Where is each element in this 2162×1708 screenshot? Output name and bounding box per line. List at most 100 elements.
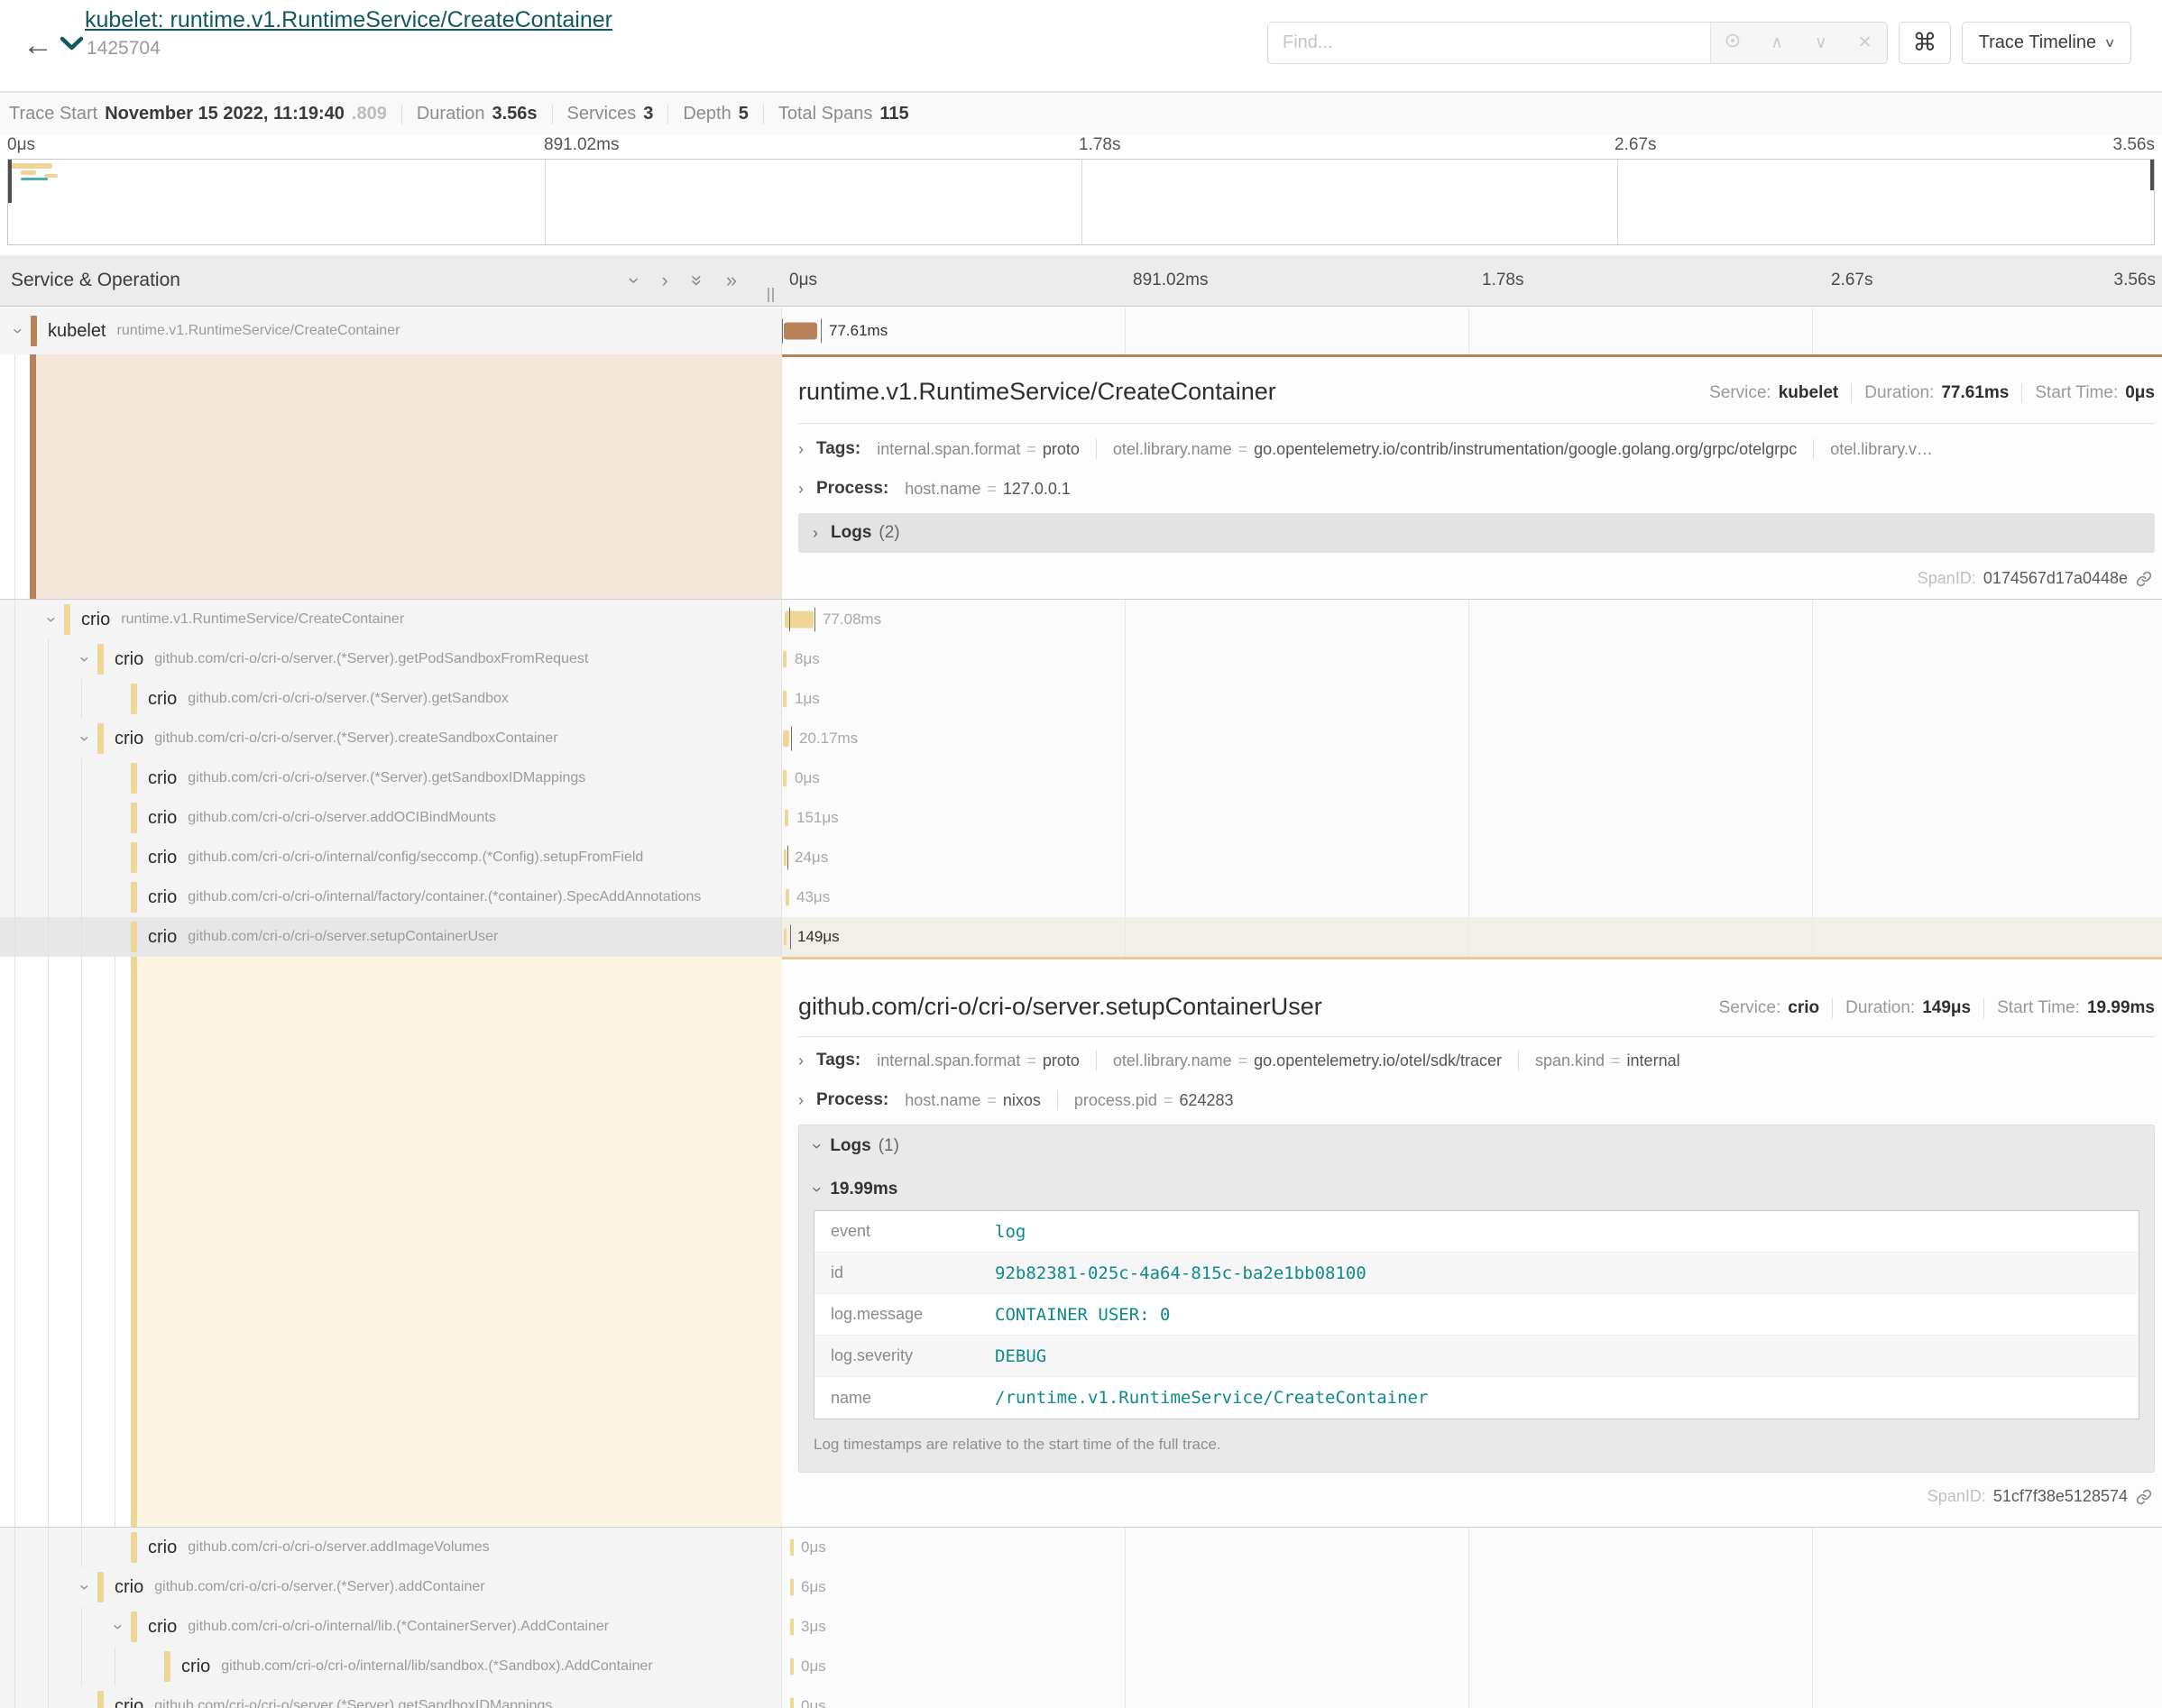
scope-icon[interactable] — [1721, 32, 1744, 55]
panel-left-gutter — [0, 354, 782, 599]
span-timeline-cell[interactable]: 6μs — [782, 1567, 2162, 1607]
span-timeline-cell[interactable]: 0μs — [782, 758, 2162, 798]
chevron-right-icon: › — [813, 524, 818, 543]
back-arrow-icon[interactable]: ← — [16, 23, 60, 67]
find-prev-icon[interactable]: ∧ — [1765, 32, 1789, 53]
span-bar[interactable] — [790, 1579, 794, 1596]
span-row[interactable]: criogithub.com/cri-o/cri-o/server.addIma… — [0, 1528, 2162, 1567]
logs-label: Logs — [831, 523, 871, 543]
trace-id: 1425704 — [87, 38, 161, 60]
chevron-down-icon: ∨ — [2104, 35, 2116, 51]
minimap-span — [44, 174, 58, 178]
duration-label: Duration: — [1864, 383, 1934, 403]
span-bar[interactable] — [783, 770, 787, 787]
tags-row[interactable]: › Tags: internal.span.format=proto otel.… — [798, 436, 2155, 463]
span-timeline-cell[interactable]: 149μs — [782, 917, 2162, 957]
timeline-minimap[interactable] — [7, 159, 2155, 245]
log-field-row: log.severity DEBUG — [814, 1336, 2139, 1377]
span-timeline-cell[interactable]: 1μs — [782, 679, 2162, 719]
chevron-down-icon[interactable]: › — [41, 610, 60, 629]
span-id-value: 51cf7f38e5128574 — [1993, 1487, 2128, 1506]
span-timeline-cell[interactable]: 77.61ms — [782, 308, 2162, 354]
span-timeline-cell[interactable]: 43μs — [782, 877, 2162, 917]
span-bar[interactable] — [783, 730, 789, 748]
span-bar[interactable] — [790, 1619, 794, 1636]
span-bar[interactable] — [784, 323, 817, 340]
span-row[interactable]: › criogithub.com/cri-o/cri-o/server.(*Se… — [0, 639, 2162, 679]
expand-all-icon[interactable]: » — [726, 269, 737, 292]
trace-title-collapse-chevron-icon[interactable] — [60, 36, 84, 56]
span-detail-meta: Service:crio Duration:149μs Start Time:1… — [1719, 998, 2155, 1018]
chevron-down-icon[interactable]: › — [74, 649, 94, 669]
span-bar[interactable] — [783, 691, 787, 708]
span-bar[interactable] — [790, 1658, 794, 1676]
find-input[interactable] — [1268, 23, 1710, 63]
chevron-down-icon[interactable]: › — [74, 1577, 94, 1597]
span-bar[interactable] — [790, 1698, 794, 1708]
minimap-right-scrubber[interactable] — [2150, 160, 2154, 190]
timeline-tick: 3.56s — [2114, 255, 2156, 306]
span-timeline-cell[interactable]: 20.17ms — [782, 719, 2162, 758]
span-row[interactable]: › kubelet runtime.v1.RuntimeService/Crea… — [0, 308, 2162, 354]
span-row-selected[interactable]: criogithub.com/cri-o/cri-o/server.setupC… — [0, 917, 2162, 957]
span-row[interactable]: › crioruntime.v1.RuntimeService/CreateCo… — [0, 600, 2162, 639]
span-row[interactable]: criogithub.com/cri-o/cri-o/server.addOCI… — [0, 798, 2162, 838]
minimap-span — [11, 163, 52, 169]
divider — [667, 105, 668, 124]
span-row[interactable]: criogithub.com/cri-o/cri-o/server.(*Serv… — [0, 758, 2162, 798]
tags-row[interactable]: › Tags: internal.span.format=proto otel.… — [798, 1047, 2155, 1074]
trace-title-link[interactable]: kubelet: runtime.v1.RuntimeService/Creat… — [85, 7, 612, 33]
span-bar[interactable] — [783, 651, 787, 668]
process-row[interactable]: › Process: host.name=127.0.0.1 — [798, 475, 2155, 502]
span-bar[interactable] — [784, 849, 787, 867]
span-duration: 77.08ms — [823, 611, 881, 629]
keyboard-shortcuts-button[interactable]: ⌘ — [1899, 22, 1951, 64]
find-clear-icon[interactable]: ✕ — [1854, 32, 1877, 53]
column-resize-handle[interactable] — [768, 288, 780, 302]
minimap-left-scrubber[interactable] — [8, 160, 12, 203]
span-row[interactable]: criogithub.com/cri-o/cri-o/server.(*Serv… — [0, 1686, 2162, 1708]
service-label: Service: — [1709, 383, 1771, 403]
logs-accordion[interactable]: › Logs (1) — [814, 1136, 899, 1156]
span-row[interactable]: criogithub.com/cri-o/cri-o/internal/lib/… — [0, 1647, 2162, 1686]
span-timeline-cell[interactable]: 3μs — [782, 1607, 2162, 1647]
log-field-value: 92b82381-025c-4a64-815c-ba2e1bb08100 — [995, 1263, 1366, 1283]
span-timeline-cell[interactable]: 0μs — [782, 1528, 2162, 1567]
chevron-down-icon[interactable]: › — [107, 1617, 127, 1637]
logs-accordion[interactable]: › Logs (2) — [798, 513, 2155, 553]
span-bar[interactable] — [784, 929, 787, 946]
minimap-span — [21, 170, 36, 175]
chevron-down-icon[interactable]: › — [7, 321, 27, 341]
collapse-one-icon[interactable]: › — [623, 277, 647, 283]
log-field-value: log — [995, 1222, 1026, 1242]
log-entry-accordion[interactable]: › 19.99ms — [814, 1180, 897, 1199]
span-timeline-cell[interactable]: 0μs — [782, 1686, 2162, 1708]
span-row[interactable]: › criogithub.com/cri-o/cri-o/internal/li… — [0, 1607, 2162, 1647]
span-row[interactable]: › criogithub.com/cri-o/cri-o/server.(*Se… — [0, 719, 2162, 758]
span-bar[interactable] — [786, 889, 789, 906]
chevron-down-icon[interactable]: › — [74, 729, 94, 748]
trace-view-dropdown[interactable]: Trace Timeline ∨ — [1962, 22, 2131, 64]
span-timeline-cell[interactable]: 24μs — [782, 838, 2162, 877]
span-bar[interactable] — [790, 1539, 794, 1556]
span-row[interactable]: criogithub.com/cri-o/cri-o/internal/conf… — [0, 838, 2162, 877]
span-row[interactable]: criogithub.com/cri-o/cri-o/internal/fact… — [0, 877, 2162, 917]
span-row[interactable]: › criogithub.com/cri-o/cri-o/server.(*Se… — [0, 1567, 2162, 1607]
process-row[interactable]: › Process: host.name=nixos process.pid=6… — [798, 1087, 2155, 1114]
services-label: Services — [567, 104, 637, 124]
depth-label: Depth — [683, 104, 731, 124]
minimap-span — [21, 178, 48, 180]
collapse-all-icon[interactable]: » — [685, 275, 709, 286]
find-next-icon[interactable]: ∨ — [1809, 32, 1833, 53]
link-icon[interactable] — [2135, 1488, 2153, 1506]
span-timeline-cell[interactable]: 8μs — [782, 639, 2162, 679]
span-timeline-cell[interactable]: 77.08ms — [782, 600, 2162, 639]
chevron-right-icon: › — [798, 480, 804, 499]
link-icon[interactable] — [2135, 570, 2153, 588]
span-timeline-cell[interactable]: 151μs — [782, 798, 2162, 838]
span-bar[interactable] — [785, 810, 788, 827]
span-timeline-cell[interactable]: 0μs — [782, 1647, 2162, 1686]
timeline-tick: 2.67s — [1831, 255, 1872, 306]
expand-one-icon[interactable]: › — [661, 269, 667, 292]
span-row[interactable]: criogithub.com/cri-o/cri-o/server.(*Serv… — [0, 679, 2162, 719]
